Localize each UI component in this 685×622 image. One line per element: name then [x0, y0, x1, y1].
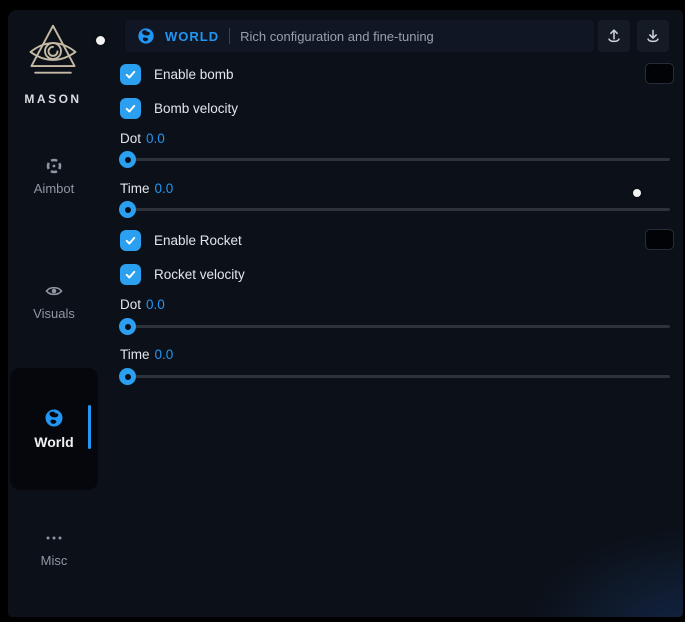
time-slider-knob[interactable]: [119, 368, 136, 385]
enable-bomb-checkbox[interactable]: [120, 64, 141, 85]
time-slider-track[interactable]: [120, 375, 670, 378]
slider-name: Dot: [120, 131, 141, 146]
header-divider: [229, 28, 230, 44]
cursor-dot: [96, 36, 105, 45]
slider-name: Dot: [120, 297, 141, 312]
slider-name: Time: [120, 347, 150, 362]
upload-icon: [605, 27, 623, 45]
selected-indicator: [88, 405, 91, 449]
globe-icon: [137, 27, 155, 45]
download-icon: [644, 27, 662, 45]
bomb-color-swatch[interactable]: [645, 63, 674, 84]
rocket-velocity-checkbox[interactable]: [120, 264, 141, 285]
checkbox-row-enable-rocket: Enable Rocket: [120, 229, 242, 251]
sidebar-item-misc[interactable]: Misc: [10, 528, 98, 568]
sidebar-item-label: Misc: [41, 553, 68, 568]
checkbox-row-enable-bomb: Enable bomb: [120, 63, 234, 85]
page-header: WORLD Rich configuration and fine-tuning: [125, 20, 594, 52]
checkbox-row-rocket-velocity: Rocket velocity: [120, 263, 245, 285]
checkbox-label: Enable Rocket: [154, 233, 242, 248]
slider-label-time: Time 0.0: [120, 181, 173, 196]
dot-slider-knob[interactable]: [119, 318, 136, 335]
page-title: WORLD: [165, 29, 219, 44]
sidebar-item-label: World: [34, 434, 73, 450]
page-subtitle: Rich configuration and fine-tuning: [240, 29, 434, 44]
crosshair-icon: [44, 156, 64, 176]
main-panel: WORLD Rich configuration and fine-tuning: [120, 10, 677, 617]
sidebar-item-world[interactable]: World: [10, 368, 98, 490]
ellipsis-icon: [44, 528, 64, 548]
dot-slider-track[interactable]: [120, 158, 670, 161]
mason-eye-pyramid-icon: [22, 22, 84, 82]
checkbox-label: Enable bomb: [154, 67, 234, 82]
brand-name: MASON: [8, 92, 98, 106]
dot-slider-track[interactable]: [120, 325, 670, 328]
check-icon: [123, 101, 138, 116]
globe-icon: [44, 408, 64, 428]
sidebar-item-label: Visuals: [33, 306, 75, 321]
sidebar-item-aimbot[interactable]: Aimbot: [10, 156, 98, 196]
checkbox-row-bomb-velocity: Bomb velocity: [120, 97, 238, 119]
time-slider-track[interactable]: [120, 208, 670, 211]
slider-value: 0.0: [155, 181, 174, 196]
checkbox-label: Bomb velocity: [154, 101, 238, 116]
enable-rocket-checkbox[interactable]: [120, 230, 141, 251]
slider-value: 0.0: [155, 347, 174, 362]
slider-name: Time: [120, 181, 150, 196]
cursor-dot: [633, 189, 641, 197]
bomb-velocity-checkbox[interactable]: [120, 98, 141, 119]
slider-value: 0.0: [146, 297, 165, 312]
slider-label-dot: Dot 0.0: [120, 297, 165, 312]
check-icon: [123, 67, 138, 82]
slider-label-dot: Dot 0.0: [120, 131, 165, 146]
app-window: MASON Aimbot Visuals: [8, 10, 683, 617]
sidebar-item-label: Aimbot: [34, 181, 74, 196]
checkbox-label: Rocket velocity: [154, 267, 245, 282]
slider-label-time: Time 0.0: [120, 347, 173, 362]
upload-config-button[interactable]: [598, 20, 630, 52]
time-slider-knob[interactable]: [119, 201, 136, 218]
rocket-color-swatch[interactable]: [645, 229, 674, 250]
eye-icon: [44, 281, 64, 301]
check-icon: [123, 267, 138, 282]
dot-slider-knob[interactable]: [119, 151, 136, 168]
sidebar-item-visuals[interactable]: Visuals: [10, 281, 98, 321]
slider-value: 0.0: [146, 131, 165, 146]
check-icon: [123, 233, 138, 248]
sidebar: MASON Aimbot Visuals: [8, 10, 112, 617]
download-config-button[interactable]: [637, 20, 669, 52]
